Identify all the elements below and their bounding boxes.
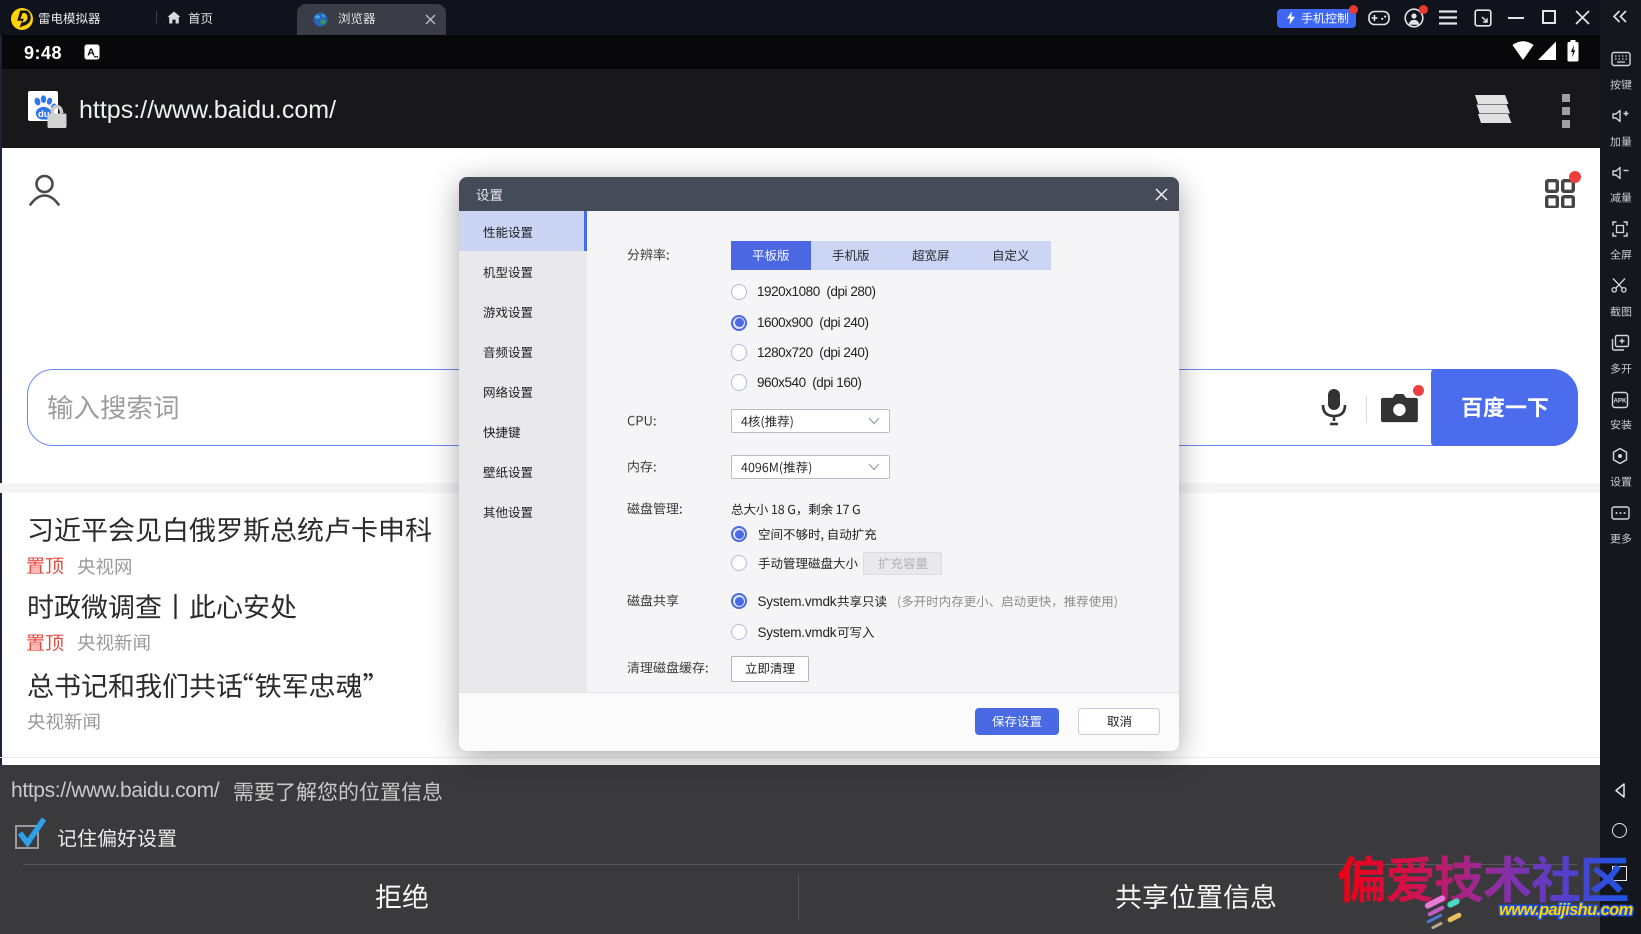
svg-text:APK: APK <box>1613 397 1627 404</box>
svg-text:www.paijishu.com: www.paijishu.com <box>1499 901 1633 919</box>
svg-text:A: A <box>87 47 95 59</box>
